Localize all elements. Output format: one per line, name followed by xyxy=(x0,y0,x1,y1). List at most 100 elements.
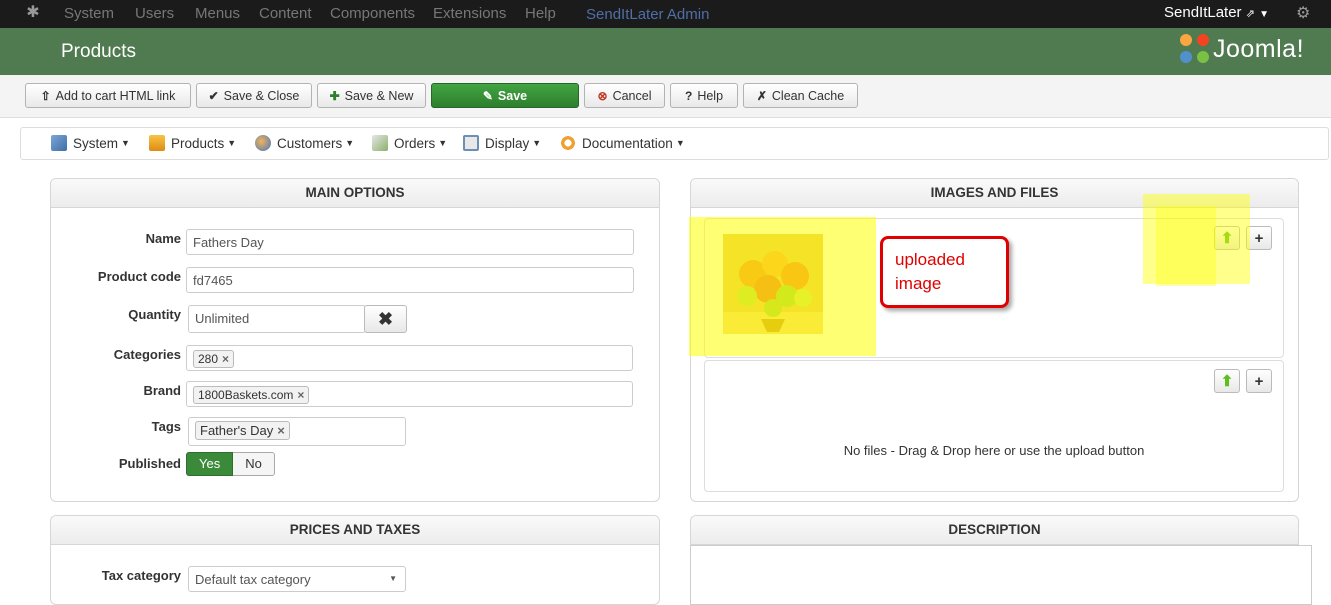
add-file-button[interactable]: + xyxy=(1246,369,1272,393)
submenu-display[interactable]: Display ▼ xyxy=(463,135,541,151)
menu-help[interactable]: Help xyxy=(525,5,556,22)
remove-chip-icon[interactable]: × xyxy=(277,423,285,438)
page-header: Products Joomla! xyxy=(0,28,1331,75)
menu-menus[interactable]: Menus xyxy=(195,5,240,22)
categories-label: Categories xyxy=(113,347,181,362)
published-toggle[interactable]: Yes No xyxy=(186,452,275,476)
clean-cache-button[interactable]: ✗ Clean Cache xyxy=(743,83,858,108)
submenu-label: Orders xyxy=(394,135,436,151)
menu-content[interactable]: Content xyxy=(259,5,312,22)
panel-title: DESCRIPTION xyxy=(691,516,1298,545)
caret-down-icon: ▼ xyxy=(675,138,685,148)
edit-icon: ✎ xyxy=(482,88,493,103)
page-title: Products xyxy=(61,41,136,62)
button-label: Add to cart HTML link xyxy=(55,88,176,103)
menu-extensions[interactable]: Extensions xyxy=(433,5,506,22)
name-label: Name xyxy=(145,231,181,246)
users-icon xyxy=(255,135,271,151)
description-editor[interactable] xyxy=(690,545,1312,605)
uploaded-image-annotation: uploaded image xyxy=(880,236,1009,308)
plus-icon: + xyxy=(1254,229,1264,247)
quantity-input[interactable]: Unlimited xyxy=(188,305,366,333)
cancel-button[interactable]: ⊗ Cancel xyxy=(584,83,665,108)
submenu-label: Customers xyxy=(277,135,343,151)
menu-users[interactable]: Users xyxy=(135,5,174,22)
categories-field[interactable]: 280 × xyxy=(186,345,633,371)
product-code-input[interactable]: fd7465 xyxy=(186,267,634,293)
tax-category-label: Tax category xyxy=(101,568,181,583)
submenu-label: Display xyxy=(485,135,530,151)
published-no-option[interactable]: No xyxy=(233,452,275,476)
menu-components[interactable]: Components xyxy=(330,5,415,22)
panel-title: PRICES AND TAXES xyxy=(51,516,659,545)
tax-category-select[interactable]: Default tax category ▼ xyxy=(188,566,406,592)
menu-system[interactable]: System xyxy=(64,5,114,22)
button-label: Cancel xyxy=(612,88,652,103)
joomla-brand-logo: Joomla! xyxy=(1180,34,1304,64)
user-menu[interactable]: SendItLater ⇗ ▼ xyxy=(1164,4,1269,21)
help-icon: ? xyxy=(684,88,693,103)
submenu-documentation[interactable]: Documentation ▼ xyxy=(560,135,685,151)
tools-icon xyxy=(51,135,67,151)
save-close-button[interactable]: ✔ Save & Close xyxy=(196,83,312,108)
submenu-customers[interactable]: Customers ▼ xyxy=(255,135,354,151)
brand-chip: 1800Baskets.com × xyxy=(193,386,310,404)
cancel-icon: ⊗ xyxy=(597,88,608,103)
chip-label: 280 xyxy=(198,352,219,366)
submenu-products[interactable]: Products ▼ xyxy=(149,135,236,151)
button-label: Save xyxy=(497,88,528,103)
broom-icon: ✗ xyxy=(756,88,767,103)
remove-chip-icon[interactable]: × xyxy=(222,352,229,366)
upload-icon: ⇧ xyxy=(40,88,51,103)
brand-label: Brand xyxy=(143,383,181,398)
upload-file-button[interactable]: ⬆ xyxy=(1214,369,1240,393)
main-options-panel: MAIN OPTIONS xyxy=(50,178,660,502)
save-button[interactable]: ✎ Save xyxy=(431,83,579,108)
tag-chip: Father's Day × xyxy=(195,421,290,440)
orders-icon xyxy=(372,135,388,151)
caret-down-icon: ▼ xyxy=(532,138,542,148)
toolbar: ⇧ Add to cart HTML link ✔ Save & Close ✚ Sa… xyxy=(0,75,1331,118)
clear-quantity-button[interactable]: ✖ xyxy=(364,305,407,333)
caret-down-icon: ▼ xyxy=(121,138,130,148)
select-value: Default tax category xyxy=(195,572,311,587)
gear-icon[interactable]: ⚙ xyxy=(1296,3,1310,23)
published-label: Published xyxy=(118,456,181,471)
image-highlight xyxy=(689,217,876,356)
display-icon xyxy=(463,135,479,151)
button-label: Save & New xyxy=(344,88,414,103)
chip-label: Father's Day xyxy=(200,423,274,438)
upload-arrow-icon: ⬆ xyxy=(1220,373,1234,390)
button-label: Save & Close xyxy=(223,88,300,103)
name-input[interactable]: Fathers Day xyxy=(186,229,634,255)
box-icon xyxy=(149,135,165,151)
published-yes-option[interactable]: Yes xyxy=(186,452,234,476)
button-label: Clean Cache xyxy=(771,88,845,103)
tags-field[interactable]: Father's Day × xyxy=(188,417,406,446)
submenu-label: Products xyxy=(171,135,225,151)
button-label: Help xyxy=(697,88,724,103)
caret-down-icon: ▼ xyxy=(1259,9,1270,20)
files-dropzone[interactable] xyxy=(704,360,1284,492)
no-files-message: No files - Drag & Drop here or use the u… xyxy=(843,443,1145,458)
external-link-icon: ⇗ xyxy=(1245,8,1255,20)
category-chip: 280 × xyxy=(193,350,235,368)
plus-icon: + xyxy=(1254,372,1264,390)
save-new-button[interactable]: ✚ Save & New xyxy=(317,83,426,108)
caret-down-icon: ▼ xyxy=(438,138,448,148)
joomla-logo-icon[interactable]: ✱ xyxy=(24,4,42,22)
remove-chip-icon[interactable]: × xyxy=(297,388,304,402)
brand-field[interactable]: 1800Baskets.com × xyxy=(186,381,633,407)
product-code-label: Product code xyxy=(97,269,181,284)
caret-down-icon: ▼ xyxy=(345,138,355,148)
help-button[interactable]: ? Help xyxy=(670,83,738,108)
joomla-mark-icon xyxy=(1180,34,1210,64)
submenu-system[interactable]: System ▼ xyxy=(51,135,130,151)
submenu-orders[interactable]: Orders ▼ xyxy=(372,135,447,151)
site-name-link[interactable]: SendItLater Admin xyxy=(586,6,709,23)
plus-icon: ✚ xyxy=(329,88,340,103)
caret-down-icon: ▼ xyxy=(389,574,397,583)
chip-label: 1800Baskets.com xyxy=(198,388,294,402)
add-to-cart-html-link-button[interactable]: ⇧ Add to cart HTML link xyxy=(25,83,191,108)
submenu-label: System xyxy=(73,135,119,151)
